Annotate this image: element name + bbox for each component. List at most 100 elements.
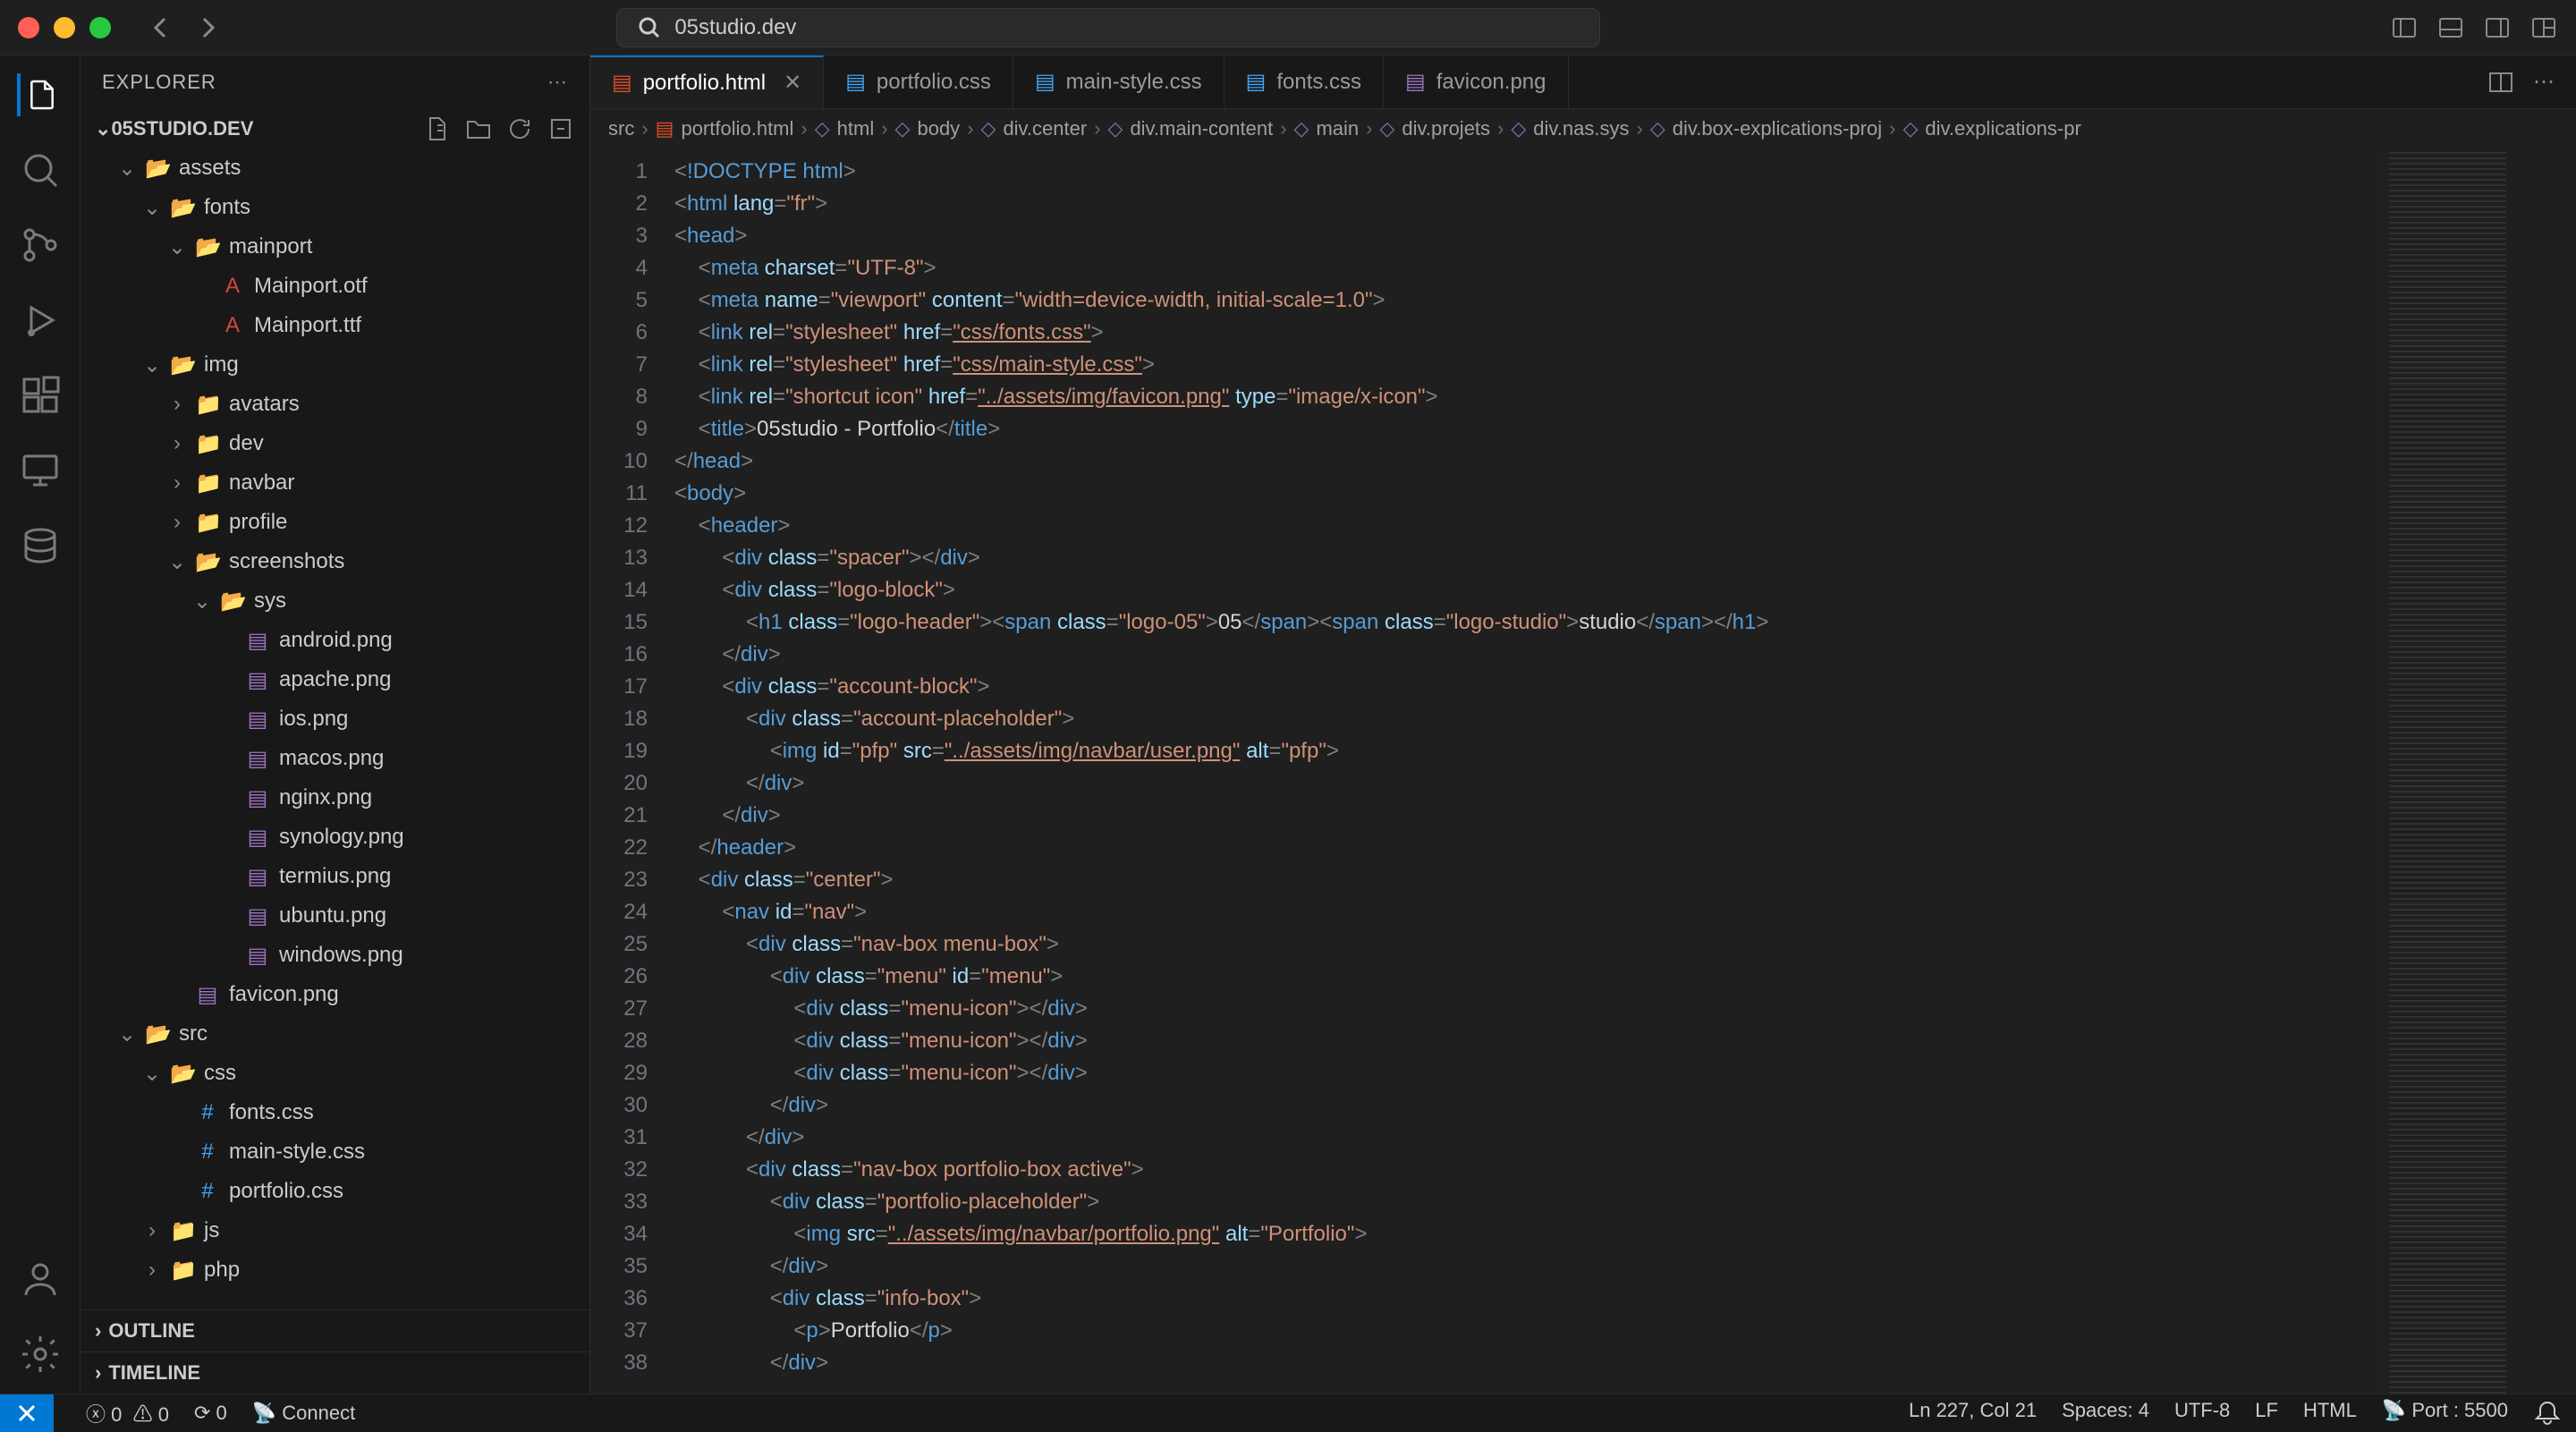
panel-right-icon[interactable] [2483, 13, 2512, 42]
tree-item-sys[interactable]: ⌄📂sys [80, 581, 589, 621]
status-encoding[interactable]: UTF-8 [2174, 1399, 2230, 1428]
breadcrumb-item[interactable]: div.box-explications-proj [1673, 117, 1882, 140]
breadcrumb-item[interactable]: body [917, 117, 960, 140]
remote-explorer-icon[interactable] [19, 449, 62, 492]
more-tab-actions-icon[interactable]: ⋯ [2533, 69, 2555, 95]
tree-item-img[interactable]: ⌄📂img [80, 345, 589, 385]
bell-icon[interactable] [2533, 1399, 2562, 1428]
close-icon[interactable]: ✕ [784, 70, 801, 96]
status-lncol[interactable]: Ln 227, Col 21 [1909, 1399, 2037, 1428]
tree-item-ubuntu-png[interactable]: ▤ubuntu.png [80, 896, 589, 936]
title-actions [2390, 13, 2558, 42]
tree-item-screenshots[interactable]: ⌄📂screenshots [80, 542, 589, 581]
command-center[interactable]: 05studio.dev [616, 8, 1600, 47]
breadcrumb[interactable]: src›▤portfolio.html›◇html›◇body›◇div.cen… [590, 109, 2576, 148]
css-icon: ▤ [1246, 69, 1267, 95]
breadcrumb-item[interactable]: div.center [1003, 117, 1087, 140]
tree-item-dev[interactable]: ›📁dev [80, 424, 589, 463]
new-file-icon[interactable] [423, 114, 452, 143]
tree-item-fonts-css[interactable]: #fonts.css [80, 1093, 589, 1132]
tab-favicon-png[interactable]: ▤favicon.png [1384, 55, 1568, 108]
workspace-root[interactable]: ⌄ 05STUDIO.DEV [80, 109, 589, 148]
tree-item-php[interactable]: ›📁php [80, 1250, 589, 1290]
search-activity-icon[interactable] [19, 148, 62, 191]
tree-item-portfolio-css[interactable]: #portfolio.css [80, 1172, 589, 1211]
tree-item-windows-png[interactable]: ▤windows.png [80, 936, 589, 975]
database-icon[interactable] [19, 524, 62, 567]
tab-portfolio-html[interactable]: ▤portfolio.html✕ [590, 55, 824, 108]
folder-open-icon: 📂 [170, 1061, 195, 1087]
status-errors[interactable]: ⓧ 0 ⚠ 0 [86, 1399, 169, 1428]
tree-item-synology-png[interactable]: ▤synology.png [80, 818, 589, 857]
panel-left-icon[interactable] [2390, 13, 2419, 42]
account-icon[interactable] [19, 1258, 62, 1301]
refresh-icon[interactable] [505, 114, 534, 143]
html-icon: ▤ [612, 70, 632, 96]
tree-item-css[interactable]: ⌄📂css [80, 1054, 589, 1093]
window-controls [18, 17, 111, 38]
status-spaces[interactable]: Spaces: 4 [2062, 1399, 2149, 1428]
tree-item-src[interactable]: ⌄📂src [80, 1014, 589, 1054]
extensions-icon[interactable] [19, 374, 62, 417]
remote-indicator[interactable] [0, 1394, 54, 1432]
tab-fonts-css[interactable]: ▤fonts.css [1224, 55, 1384, 108]
breadcrumb-item[interactable]: html [837, 117, 875, 140]
status-port[interactable]: 📡 Port : 5500 [2382, 1399, 2508, 1428]
status-lang[interactable]: HTML [2303, 1399, 2357, 1428]
tab-main-style-css[interactable]: ▤main-style.css [1013, 55, 1224, 108]
tree-item-assets[interactable]: ⌄📂assets [80, 148, 589, 188]
tree-item-ios-png[interactable]: ▤ios.png [80, 699, 589, 739]
timeline-section[interactable]: › TIMELINE [80, 1352, 589, 1394]
status-connect[interactable]: 📡 Connect [252, 1402, 355, 1425]
tree-item-js[interactable]: ›📁js [80, 1211, 589, 1250]
chevron-icon: › [168, 510, 186, 535]
breadcrumb-item[interactable]: main [1316, 117, 1359, 140]
tree-item-mainport[interactable]: ⌄📂mainport [80, 227, 589, 267]
tree-item-main-style-css[interactable]: #main-style.css [80, 1132, 589, 1172]
gear-icon[interactable] [19, 1333, 62, 1376]
tree-item-avatars[interactable]: ›📁avatars [80, 385, 589, 424]
back-icon[interactable] [147, 13, 175, 42]
tree-item-favicon-png[interactable]: ▤favicon.png [80, 975, 589, 1014]
tree-item-apache-png[interactable]: ▤apache.png [80, 660, 589, 699]
timeline-label: TIMELINE [108, 1361, 200, 1385]
tree-item-android-png[interactable]: ▤android.png [80, 621, 589, 660]
chevron-icon: ⌄ [118, 156, 136, 182]
status-eol[interactable]: LF [2255, 1399, 2278, 1428]
run-debug-icon[interactable] [19, 299, 62, 342]
outline-section[interactable]: › OUTLINE [80, 1309, 589, 1352]
tree-item-navbar[interactable]: ›📁navbar [80, 463, 589, 503]
breadcrumb-item[interactable]: src [608, 117, 634, 140]
new-folder-icon[interactable] [464, 114, 493, 143]
breadcrumb-item[interactable]: portfolio.html [681, 117, 793, 140]
maximize-window[interactable] [89, 17, 111, 38]
tree-item-fonts[interactable]: ⌄📂fonts [80, 188, 589, 227]
file-label: screenshots [229, 549, 344, 574]
tree-item-Mainport-otf[interactable]: AMainport.otf [80, 267, 589, 306]
collapse-icon[interactable] [547, 114, 575, 143]
breadcrumb-item[interactable]: div.explications-pr [1925, 117, 2080, 140]
code-area[interactable]: <!DOCTYPE html> <html lang="fr"> <head> … [674, 148, 2379, 1394]
tree-item-termius-png[interactable]: ▤termius.png [80, 857, 589, 896]
close-window[interactable] [18, 17, 39, 38]
status-ports[interactable]: ⟳ 0 [194, 1402, 227, 1425]
tree-item-profile[interactable]: ›📁profile [80, 503, 589, 542]
layout-icon[interactable] [2529, 13, 2558, 42]
minimize-window[interactable] [54, 17, 75, 38]
editor[interactable]: 1234567891011121314151617181920212223242… [590, 148, 2576, 1394]
minimap[interactable] [2379, 148, 2576, 1394]
tab-portfolio-css[interactable]: ▤portfolio.css [824, 55, 1013, 108]
breadcrumb-item[interactable]: div.projets [1402, 117, 1490, 140]
tree-item-nginx-png[interactable]: ▤nginx.png [80, 778, 589, 818]
split-editor-icon[interactable] [2487, 68, 2515, 97]
explorer-icon[interactable] [17, 73, 60, 116]
panel-bottom-icon[interactable] [2436, 13, 2465, 42]
tree-item-macos-png[interactable]: ▤macos.png [80, 739, 589, 778]
source-control-icon[interactable] [19, 224, 62, 267]
forward-icon[interactable] [193, 13, 222, 42]
explorer-more-icon[interactable]: ⋯ [547, 71, 568, 94]
breadcrumb-item[interactable]: div.nas.sys [1533, 117, 1629, 140]
tree-item-Mainport-ttf[interactable]: AMainport.ttf [80, 306, 589, 345]
img-icon: ▤ [245, 785, 270, 811]
breadcrumb-item[interactable]: div.main-content [1130, 117, 1273, 140]
